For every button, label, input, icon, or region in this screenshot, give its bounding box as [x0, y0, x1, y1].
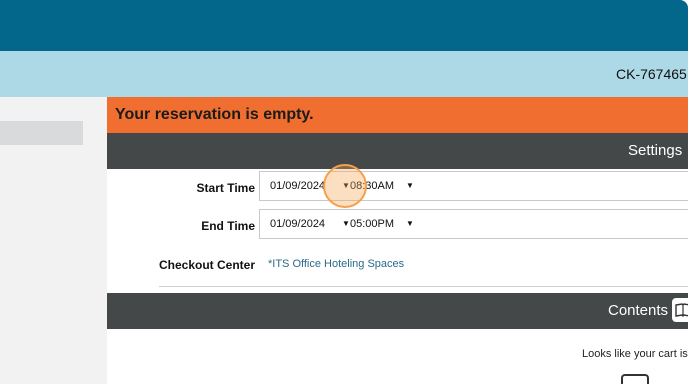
end-date-select[interactable]: 01/09/2024 [270, 218, 325, 230]
checkout-center-link[interactable]: *ITS Office Hoteling Spaces [268, 258, 404, 270]
top-banner [0, 0, 688, 51]
contents-title: Contents [608, 302, 669, 319]
app-window: CK-767465 Your reservation is empty. Set… [0, 0, 688, 384]
end-time-label: End Time [201, 219, 255, 233]
order-bar [0, 51, 688, 97]
settings-title: Settings [628, 142, 683, 159]
empty-reservation-alert: Your reservation is empty. [107, 97, 688, 133]
checkout-center-label: Checkout Center [158, 258, 255, 272]
empty-cart-message: Looks like your cart is [582, 348, 688, 360]
contents-header: Contents [107, 293, 688, 329]
start-time-label: Start Time [196, 181, 255, 195]
divider [159, 286, 688, 287]
reservation-panel: Your reservation is empty. Settings Star… [107, 97, 688, 384]
alert-message: Your reservation is empty. [115, 106, 314, 123]
book-icon[interactable] [670, 296, 688, 324]
end-time-field: 01/09/2024 ▼ 05:00PM ▼ [259, 209, 688, 239]
end-time-select[interactable]: 05:00PM [350, 218, 394, 230]
settings-header: Settings [107, 133, 688, 169]
sidebar-item[interactable] [0, 121, 83, 145]
cart-icon [621, 374, 649, 384]
chevron-down-icon[interactable]: ▼ [406, 181, 414, 190]
click-indicator [323, 164, 367, 208]
chevron-down-icon[interactable]: ▼ [406, 219, 414, 228]
order-id: CK-767465 [616, 66, 687, 82]
chevron-down-icon[interactable]: ▼ [342, 219, 350, 228]
start-date-select[interactable]: 01/09/2024 [270, 180, 325, 192]
sidebar [0, 97, 107, 384]
